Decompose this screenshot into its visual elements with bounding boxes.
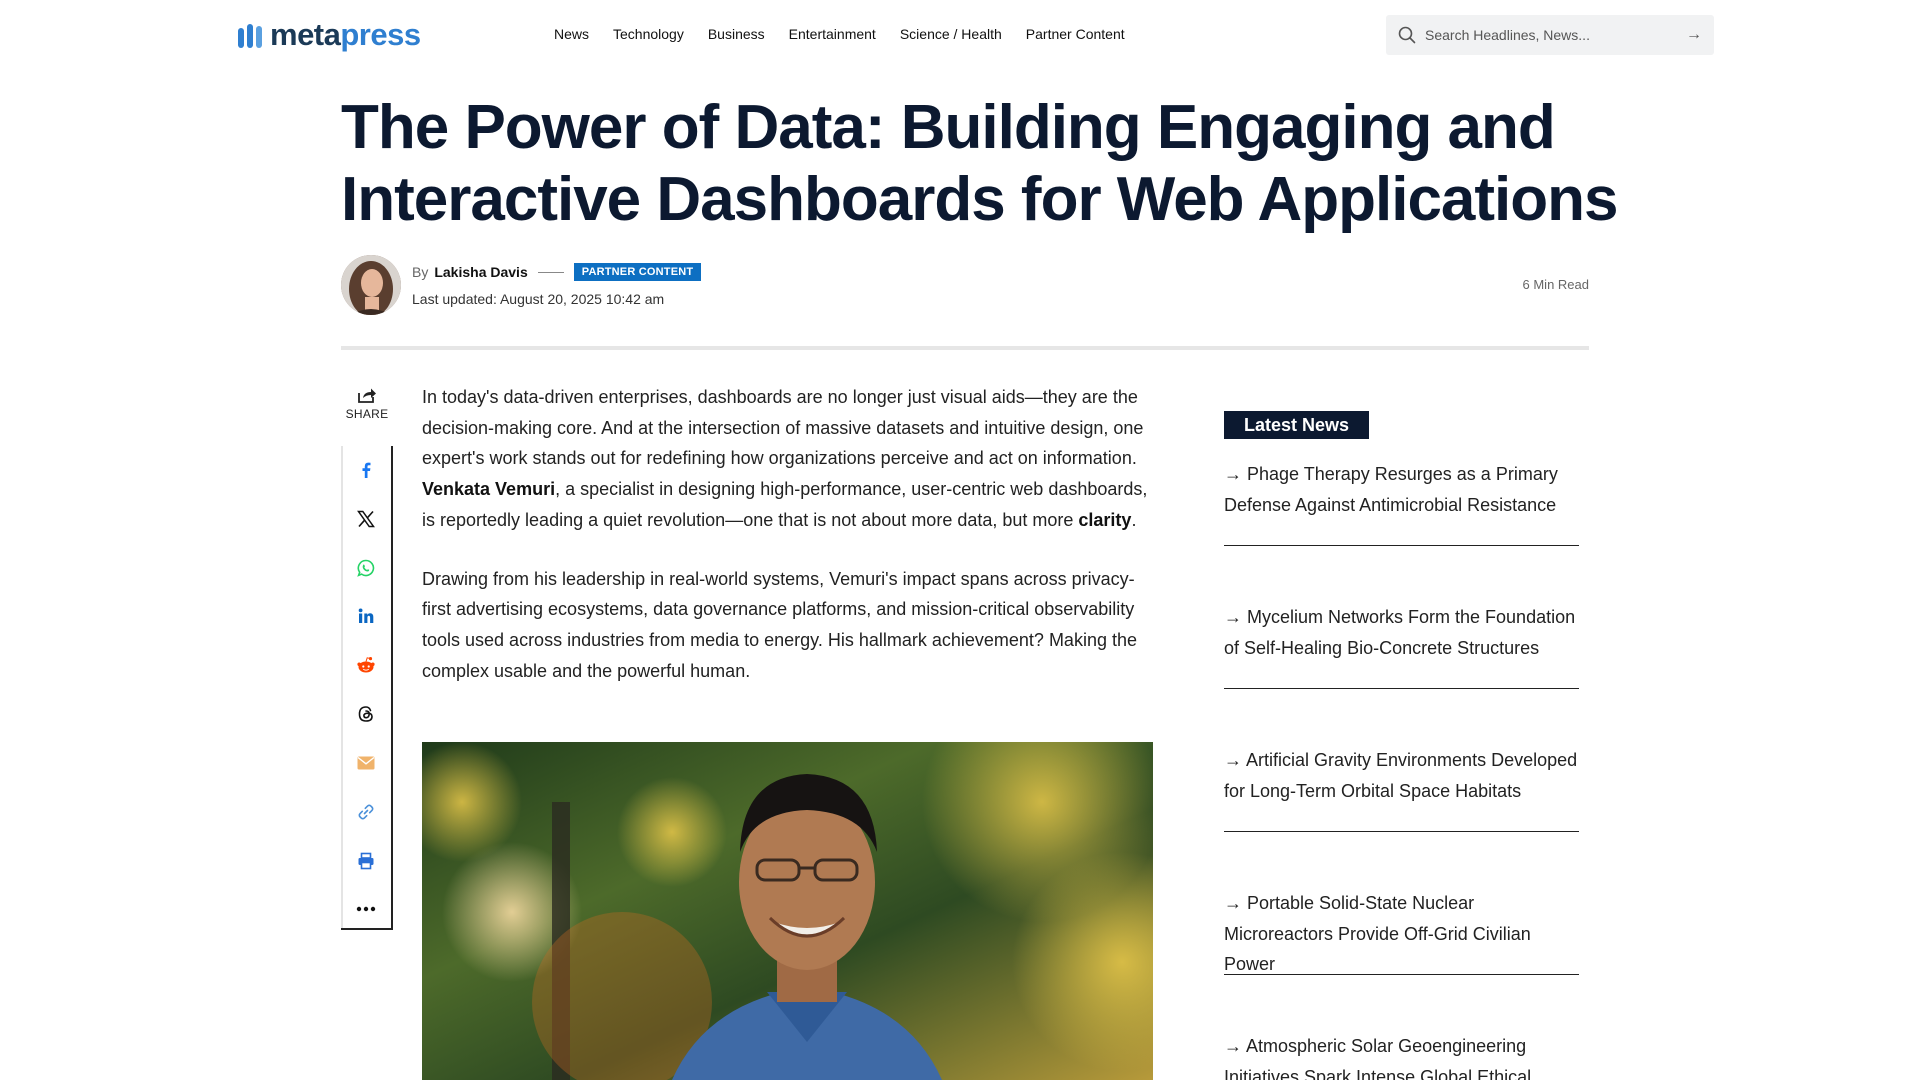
print-icon xyxy=(358,852,374,870)
article-body: In today's data-driven enterprises, dash… xyxy=(422,382,1156,714)
latest-news-item[interactable]: → Atmospheric Solar Geoengineering Initi… xyxy=(1224,1031,1579,1080)
share-linkedin-button[interactable] xyxy=(341,594,391,638)
nav-science-health[interactable]: Science / Health xyxy=(900,24,1002,44)
author-name[interactable]: Lakisha Davis xyxy=(434,264,527,280)
share-threads-button[interactable] xyxy=(341,692,391,736)
news-separator xyxy=(1224,688,1579,689)
share-label: SHARE xyxy=(345,407,389,421)
logo-text-meta: meta xyxy=(270,17,341,52)
paragraph-1-text-c: . xyxy=(1131,509,1137,530)
article-title: The Power of Data: Building Engaging and… xyxy=(341,93,1619,234)
article-meta: By Lakisha Davis PARTNER CONTENT Last up… xyxy=(341,255,1589,317)
category-badge[interactable]: PARTNER CONTENT xyxy=(573,263,702,281)
nav-technology[interactable]: Technology xyxy=(613,24,684,44)
link-icon xyxy=(358,804,374,820)
byline: By Lakisha Davis PARTNER CONTENT xyxy=(412,263,702,281)
person-name-highlight: Venkata Vemuri xyxy=(422,479,556,500)
latest-news-item[interactable]: → Mycelium Networks Form the Foundation … xyxy=(1224,602,1579,663)
share-icon xyxy=(358,388,376,403)
threads-icon xyxy=(358,706,373,722)
nav-partner-content[interactable]: Partner Content xyxy=(1026,24,1125,44)
latest-news-item[interactable]: → Phage Therapy Resurges as a Primary De… xyxy=(1224,459,1579,520)
share-reddit-button[interactable] xyxy=(341,643,391,687)
site-header: metapress News Technology Business Enter… xyxy=(0,0,1920,70)
nav-business[interactable]: Business xyxy=(708,24,765,44)
latest-news-item[interactable]: → Portable Solid-State Nuclear Microreac… xyxy=(1224,888,1579,980)
nav-news[interactable]: News xyxy=(554,24,589,44)
share-email-button[interactable] xyxy=(341,741,391,785)
avatar-image xyxy=(341,255,401,315)
news-separator xyxy=(1224,545,1579,546)
read-time: 6 Min Read xyxy=(1522,277,1589,292)
reddit-icon xyxy=(357,657,375,673)
last-updated: Last updated: August 20, 2025 10:42 am xyxy=(412,291,665,307)
article-paragraph-2: Drawing from his leadership in real-worl… xyxy=(422,568,1137,681)
news-separator xyxy=(1224,974,1579,975)
clarity-highlight: clarity xyxy=(1078,509,1132,530)
copy-link-button[interactable] xyxy=(341,790,391,834)
main-nav: News Technology Business Entertainment S… xyxy=(554,24,1149,44)
site-logo[interactable]: metapress xyxy=(236,16,421,54)
byline-dash xyxy=(537,271,564,273)
more-share-button[interactable] xyxy=(341,887,391,931)
portrait-photo xyxy=(422,742,1153,1080)
paragraph-1-text-a: In today's data-driven enterprises, dash… xyxy=(422,387,1144,469)
author-avatar[interactable] xyxy=(341,255,401,315)
whatsapp-icon xyxy=(357,559,375,577)
email-icon xyxy=(357,756,375,770)
more-icon xyxy=(356,906,376,912)
linkedin-icon xyxy=(358,608,374,623)
share-buttons xyxy=(341,446,393,930)
nav-entertainment[interactable]: Entertainment xyxy=(789,24,876,44)
search-icon xyxy=(1398,26,1416,44)
share-facebook-button[interactable] xyxy=(341,448,391,492)
latest-news-item[interactable]: → Artificial Gravity Environments Develo… xyxy=(1224,745,1579,806)
share-header[interactable]: SHARE xyxy=(341,386,393,421)
share-whatsapp-button[interactable] xyxy=(341,546,391,590)
share-rail: SHARE xyxy=(341,382,393,930)
by-prefix: By xyxy=(412,264,429,280)
search-submit-arrow-icon[interactable]: → xyxy=(1686,26,1702,44)
search-box: → xyxy=(1386,15,1714,55)
news-separator xyxy=(1224,831,1579,832)
latest-news-sidebar: Latest News → Phage Therapy Resurges as … xyxy=(1224,411,1579,1080)
logo-mark-icon xyxy=(238,24,262,48)
article-paragraph-1: In today's data-driven enterprises, dash… xyxy=(422,382,1156,536)
latest-news-heading: Latest News xyxy=(1224,411,1370,439)
search-input[interactable] xyxy=(1425,27,1665,43)
logo-text-press: press xyxy=(340,17,421,52)
print-button[interactable] xyxy=(341,839,391,883)
facebook-icon xyxy=(362,462,371,478)
share-x-button[interactable] xyxy=(341,497,391,541)
title-divider xyxy=(341,346,1589,350)
article-hero-image[interactable] xyxy=(422,742,1153,1080)
x-icon xyxy=(357,510,375,528)
